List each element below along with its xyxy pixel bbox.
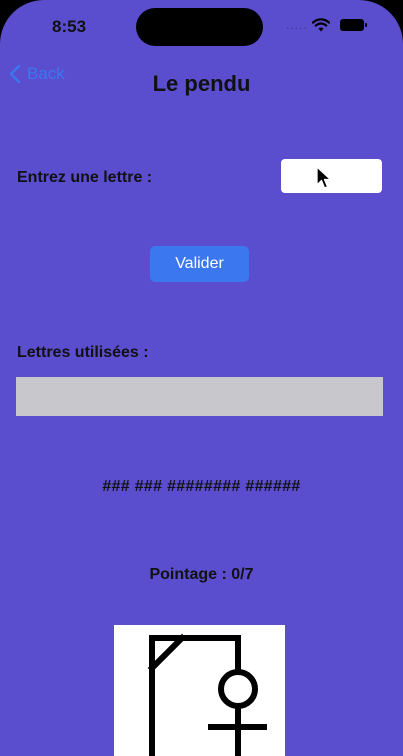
letter-input[interactable]: [281, 159, 382, 193]
hangman-head: [218, 669, 258, 709]
phone-screen: 8:53 ..... Back Le pendu Entrez une lett…: [0, 0, 403, 756]
validate-button[interactable]: Valider: [150, 246, 249, 282]
score-text: Pointage : 0/7: [149, 566, 254, 583]
gallows-brace: [147, 633, 187, 673]
page-title: Le pendu: [152, 71, 251, 96]
dynamic-island: [136, 8, 263, 46]
masked-word: ### ### ######## ######: [102, 478, 301, 495]
hangman-image: [114, 625, 285, 756]
battery-icon: [340, 19, 367, 31]
wifi-icon: [312, 18, 330, 32]
signal-dots-icon: .....: [286, 18, 308, 32]
status-time: 8:53: [52, 17, 87, 36]
hangman-drawing: [147, 633, 267, 756]
used-letters-label: Lettres utilisées :: [17, 344, 149, 361]
letter-input-label: Entrez une lettre :: [17, 169, 153, 186]
used-letters-box: [16, 377, 383, 416]
